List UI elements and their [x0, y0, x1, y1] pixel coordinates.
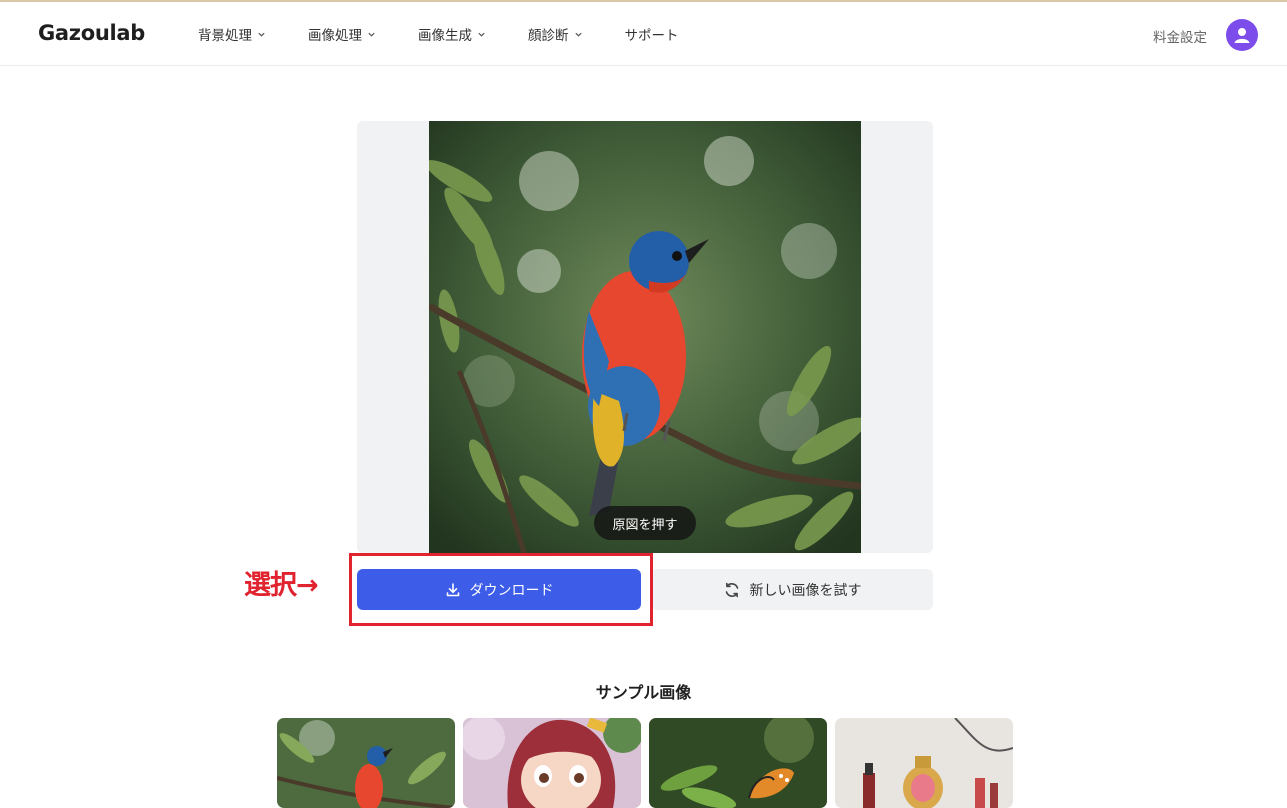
refresh-icon	[725, 582, 738, 597]
sample-image	[649, 718, 827, 808]
nav-item-background[interactable]: 背景処理	[198, 24, 266, 44]
user-icon	[1234, 28, 1250, 43]
try-new-label: 新しい画像を試す	[749, 582, 862, 599]
nav-item-label: 背景処理	[198, 28, 252, 44]
sample-thumb-anime[interactable]	[463, 718, 641, 808]
sample-image	[835, 718, 1013, 808]
result-image	[429, 121, 861, 553]
annotation-highlight-box	[349, 553, 653, 626]
sample-thumb-perfume[interactable]	[835, 718, 1013, 808]
nav-item-support[interactable]: サポート	[625, 24, 679, 44]
nav-item-label: サポート	[624, 28, 679, 44]
logo[interactable]: Gazoulab	[38, 21, 145, 45]
chevron-down-icon	[368, 32, 375, 37]
nav-item-label: 画像生成	[418, 28, 472, 44]
sample-image	[463, 718, 641, 808]
chevron-down-icon	[478, 32, 485, 37]
main-nav: 背景処理 画像処理 画像生成 顔診断 サポート	[198, 24, 721, 44]
nav-item-face-diagnosis[interactable]: 顔診断	[528, 24, 583, 44]
nav-item-label: 画像処理	[308, 28, 362, 44]
pricing-link[interactable]: 料金設定	[1153, 26, 1207, 46]
annotation-label: 選択→	[244, 570, 319, 601]
samples-title: サンプル画像	[595, 683, 692, 702]
nav-item-label: 顔診断	[528, 28, 569, 44]
press-original-button[interactable]: 原図を押す	[594, 506, 696, 540]
try-new-image-button[interactable]: 新しい画像を試す	[651, 569, 933, 610]
chevron-down-icon	[574, 32, 582, 37]
sample-image	[277, 718, 455, 808]
chevron-down-icon	[258, 32, 265, 37]
nav-item-image-processing[interactable]: 画像処理	[308, 24, 376, 44]
top-header: Gazoulab 背景処理 画像処理 画像生成 顔診断 サポート 料金設定	[0, 0, 1287, 66]
sample-thumb-butterfly[interactable]	[649, 718, 827, 808]
avatar[interactable]	[1226, 19, 1258, 51]
bird-photo	[429, 121, 861, 553]
sample-thumb-bird[interactable]	[277, 718, 455, 808]
nav-item-image-generation[interactable]: 画像生成	[418, 24, 486, 44]
